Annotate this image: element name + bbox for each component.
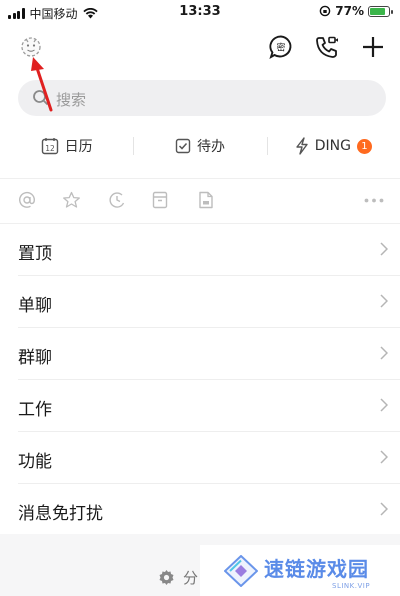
header: 密: [0, 26, 400, 74]
chevron-right-icon: [380, 346, 388, 360]
star-icon[interactable]: [62, 191, 81, 209]
battery-percent: 77%: [335, 4, 364, 18]
calendar-icon: 12: [41, 138, 58, 155]
quick-actions: 12 日历 待办 DING 1: [0, 126, 400, 166]
document-icon[interactable]: [198, 191, 214, 209]
rotation-lock-icon: [319, 5, 331, 17]
list-item-label: 消息免打扰: [18, 504, 103, 524]
more-icon[interactable]: [364, 198, 384, 203]
chevron-right-icon: [380, 294, 388, 308]
list-item-single-chat[interactable]: 单聊: [18, 276, 400, 328]
list-item-pinned[interactable]: 置顶: [18, 224, 400, 276]
category-list: 置顶 单聊 群聊 工作 功能 消息免打扰: [0, 224, 400, 535]
list-item-label: 置顶: [18, 244, 52, 264]
ding-icon: [296, 137, 308, 155]
watermark-logo-icon: [224, 555, 258, 587]
add-icon[interactable]: [360, 34, 386, 60]
chevron-right-icon: [380, 450, 388, 464]
list-item-features[interactable]: 功能: [18, 432, 400, 484]
ding-badge: 1: [356, 138, 372, 154]
archive-icon[interactable]: [152, 191, 168, 209]
calendar-button[interactable]: 12 日历: [0, 126, 133, 166]
annotation-arrow: [31, 57, 53, 112]
todo-icon: [175, 138, 191, 154]
list-item-do-not-disturb[interactable]: 消息免打扰: [18, 484, 400, 535]
todo-button[interactable]: 待办: [133, 126, 266, 166]
search-input[interactable]: 搜索: [18, 80, 386, 116]
calendar-label: 日历: [64, 139, 93, 155]
gear-icon: [159, 570, 174, 585]
status-bar: 中国移动 13:33 77%: [0, 0, 400, 26]
todo-label: 待办: [196, 139, 225, 155]
list-item-label: 功能: [18, 452, 52, 472]
list-item-group-chat[interactable]: 群聊: [18, 328, 400, 380]
chevron-right-icon: [380, 502, 388, 516]
clock-icon[interactable]: [108, 191, 126, 209]
search-placeholder: 搜索: [56, 91, 87, 109]
chevron-right-icon: [380, 242, 388, 256]
list-item-label: 工作: [18, 400, 52, 420]
svg-text:12: 12: [45, 144, 55, 153]
mention-icon[interactable]: [18, 191, 36, 209]
svg-text:密: 密: [276, 42, 285, 54]
chevron-right-icon: [380, 398, 388, 412]
secret-chat-icon[interactable]: 密: [268, 34, 294, 60]
list-item-label: 单聊: [18, 296, 52, 316]
watermark: 速链游戏园 SLINK.VIP: [200, 545, 400, 596]
watermark-title: 速链游戏园: [264, 557, 369, 581]
video-call-icon[interactable]: [314, 34, 340, 60]
list-item-label: 群聊: [18, 348, 52, 368]
settings-label: 分: [183, 569, 199, 587]
group-settings-button[interactable]: 分: [158, 567, 198, 588]
battery-icon: [368, 5, 393, 17]
ding-label: DING: [314, 138, 351, 154]
watermark-subtitle: SLINK.VIP: [332, 582, 371, 590]
list-item-work[interactable]: 工作: [18, 380, 400, 432]
filter-bar: [0, 178, 400, 224]
ding-button[interactable]: DING 1: [266, 126, 400, 166]
